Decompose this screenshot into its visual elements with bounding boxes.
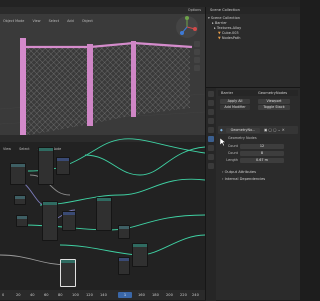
frame-label: 80 (58, 293, 63, 297)
modifier-toggle-icons[interactable]: ▣ ▢ ▢ ⌄ ✕ (264, 128, 285, 132)
node-math-3[interactable] (118, 257, 130, 275)
internal-dependencies-label: Internal Dependencies (224, 177, 266, 181)
viewport-header: Object Mode View Select Add Object Optio… (0, 7, 205, 23)
viewport-options[interactable]: Options (188, 7, 201, 14)
node-value-1[interactable] (14, 195, 26, 205)
object-tab-icon[interactable] (208, 127, 214, 133)
fence-mesh-left (24, 48, 90, 135)
param-label: Length (226, 158, 238, 162)
constraint-tab-icon[interactable] (208, 154, 214, 160)
frame-label: 220 (180, 293, 187, 297)
frame-label: 100 (72, 293, 79, 297)
node-join-geometry[interactable] (132, 243, 148, 267)
node-value-2[interactable] (16, 215, 28, 227)
frame-label: 60 (44, 293, 49, 297)
scene-tab-icon[interactable] (208, 118, 214, 124)
frame-label: 120 (86, 293, 93, 297)
geometry-nodes-label: Geometry Nodes (228, 136, 257, 140)
modifier-header-name: GeometryNodes (258, 91, 288, 95)
node-transform[interactable] (38, 147, 54, 185)
node-curve-to-mesh[interactable] (42, 201, 58, 241)
modifier-panel-header[interactable]: ◆ GeometryNo... ▣ ▢ ▢ ⌄ ✕ (218, 126, 298, 134)
pan-hand-icon[interactable] (194, 49, 200, 55)
frame-label: 180 (152, 293, 159, 297)
output-attributes-label: Output Attributes (224, 170, 256, 174)
param-label: Count (227, 151, 238, 155)
mouse-cursor-icon (220, 138, 226, 146)
frame-label: 160 (138, 293, 145, 297)
current-frame-indicator[interactable]: 1 (118, 292, 132, 298)
node-input[interactable] (10, 163, 26, 185)
outliner-title: Scene Collection (210, 8, 240, 12)
fence-post-3 (131, 41, 136, 117)
navigation-gizmo[interactable] (176, 16, 198, 38)
node-instance-on-points[interactable] (96, 197, 112, 231)
outliner-header: Scene Collection (206, 7, 300, 14)
viewport-toggle[interactable]: Viewport (258, 99, 290, 104)
render-tab-icon[interactable] (208, 100, 214, 106)
frame-label: 200 (166, 293, 173, 297)
modifier-tab-icon[interactable] (208, 136, 214, 142)
param-length-field[interactable]: 0.67 m (240, 158, 284, 163)
output-tab-icon[interactable] (208, 109, 214, 115)
object-name: Barrier (221, 91, 234, 95)
tool-tab-icon[interactable] (208, 91, 214, 97)
geometry-node-editor[interactable]: View Select Add Node (0, 135, 205, 300)
frame-label: 20 (16, 293, 21, 297)
top-menu-bar: File Edit Render Window Help (0, 0, 300, 16)
fence-mesh-middle (90, 44, 134, 124)
param-count-field[interactable]: 8 (240, 151, 284, 156)
add-modifier-button[interactable]: Add Modifier (220, 105, 250, 110)
3d-viewport[interactable]: Object Mode View Select Add Object Optio… (0, 7, 205, 135)
data-tab-icon[interactable] (208, 163, 214, 169)
modifier-name-field[interactable]: GeometryNo... (226, 127, 260, 133)
fence-model (0, 38, 205, 135)
node-value-3[interactable] (118, 225, 130, 239)
modifier-icon: ◆ (220, 128, 223, 132)
frame-label: 40 (30, 293, 35, 297)
outliner-row-label: Textures.Alloy (216, 26, 242, 30)
param-count-field[interactable]: 12 (240, 144, 284, 149)
outliner-row-label: NodesPath (221, 36, 241, 40)
camera-icon[interactable] (194, 57, 200, 63)
output-attributes-panel[interactable]: › Output Attributes (222, 170, 256, 174)
apply-all-button[interactable]: Apply All (220, 99, 250, 104)
physics-tab-icon[interactable] (208, 145, 214, 151)
node-set-material[interactable] (60, 259, 76, 287)
toggle-stack-button[interactable]: Toggle Stack (258, 105, 290, 110)
frame-label: 240 (192, 293, 199, 297)
properties-tabs (206, 88, 216, 301)
zoom-icon[interactable] (194, 41, 200, 47)
node-math-1[interactable] (56, 157, 70, 175)
frame-ruler[interactable]: 0 20 40 60 80 100 120 140 160 180 200 22… (0, 290, 205, 300)
fence-post-2 (87, 44, 93, 126)
outliner-panel: Scene Collection ▾ Scene Collection ▸ Ba… (205, 7, 300, 87)
internal-dependencies-panel[interactable]: › Internal Dependencies (222, 177, 265, 181)
outliner-row-label: Cube.003 (221, 31, 239, 35)
outliner-row-label: Scene Collection (210, 16, 240, 20)
object-header: Barrier GeometryNodes (218, 90, 298, 96)
outliner-row[interactable]: ▼ NodesPath (208, 36, 298, 41)
fence-post-1 (20, 38, 26, 135)
viewport-nav-tools (194, 41, 202, 81)
frame-label: 140 (100, 293, 107, 297)
outliner-row-label: Barrier (214, 21, 227, 25)
properties-panel: Barrier GeometryNodes Apply All Viewport… (205, 87, 300, 301)
grid-icon[interactable] (194, 65, 200, 71)
fence-mesh-right (134, 44, 190, 115)
frame-label: 0 (2, 293, 5, 297)
node-math-2[interactable] (62, 211, 76, 231)
